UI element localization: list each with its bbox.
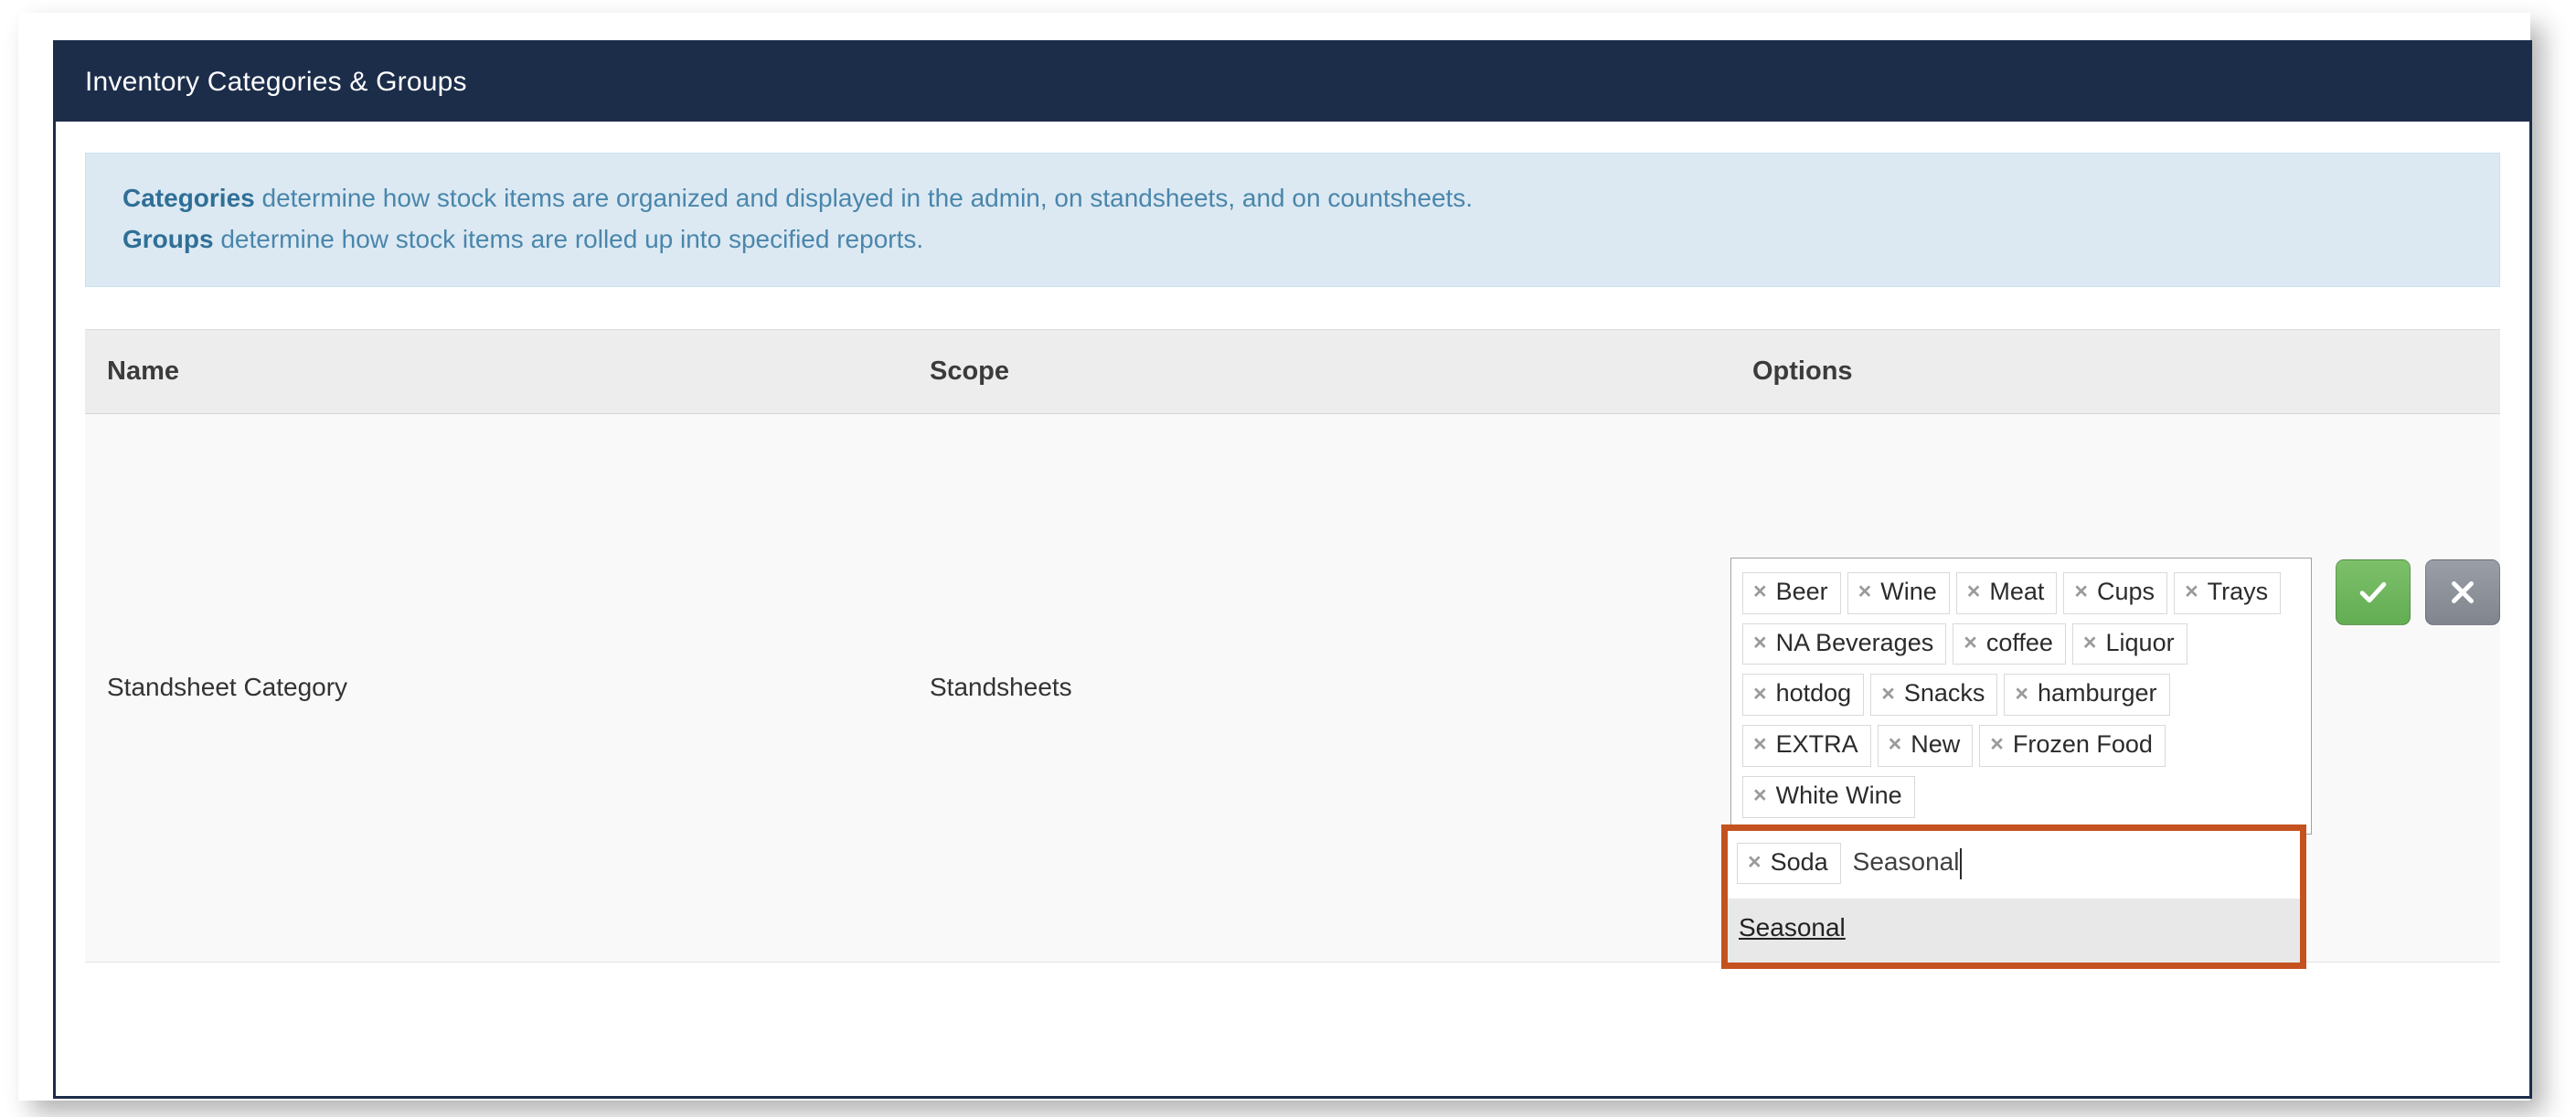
- tag-pill[interactable]: × Beer: [1742, 571, 1841, 614]
- tag-pill[interactable]: × Snacks: [1870, 674, 1998, 717]
- remove-icon[interactable]: ×: [1990, 733, 2004, 756]
- window-frame: Inventory Categories & Groups Categories…: [18, 13, 2532, 1101]
- tag-pill[interactable]: × Frozen Food: [1979, 725, 2166, 767]
- column-header-options[interactable]: Options: [1730, 328, 2500, 414]
- tag-pill[interactable]: × New: [1877, 725, 1974, 767]
- tags-multiselect[interactable]: × Beer × Wine × Meat × Cups × Trays × NA Beverages ×…: [1721, 557, 2312, 969]
- tag-pill[interactable]: × Trays: [2174, 571, 2282, 614]
- options-editor: × Beer × Wine × Meat × Cups × Trays × NA Beverages ×…: [1721, 541, 2500, 969]
- remove-icon[interactable]: ×: [1753, 682, 1767, 706]
- tag-label: NA Beverages: [1775, 628, 1934, 656]
- text-caret: [1960, 847, 1963, 879]
- check-icon: [2359, 581, 2387, 603]
- inventory-categories-panel: Inventory Categories & Groups Categories…: [53, 40, 2532, 1099]
- tag-pill[interactable]: × Meat: [1955, 571, 2058, 614]
- row-action-buttons: [2336, 558, 2500, 625]
- remove-icon[interactable]: ×: [1753, 580, 1767, 603]
- tag-label: Meat: [1989, 577, 2045, 605]
- tag-pill[interactable]: × Wine: [1847, 571, 1950, 614]
- tag-pill[interactable]: × White Wine: [1742, 775, 1915, 818]
- tag-label: Snacks: [1903, 679, 1985, 707]
- table-header: Name Scope Options: [85, 328, 2500, 414]
- page-title: Inventory Categories & Groups: [85, 67, 467, 97]
- remove-icon[interactable]: ×: [1881, 682, 1895, 706]
- tag-label: Wine: [1880, 577, 1937, 605]
- cell-category-scope: Standsheets: [908, 413, 1730, 963]
- tag-label: Liquor: [2105, 628, 2175, 656]
- tag-label: Cups: [2097, 577, 2156, 605]
- tag-soda[interactable]: × Soda: [1737, 842, 1841, 885]
- autocomplete-option[interactable]: Seasonal: [1728, 904, 2300, 953]
- table-header-row: Name Scope Options: [85, 328, 2500, 414]
- tag-label: hamburger: [2037, 679, 2157, 707]
- tag-pill[interactable]: × hamburger: [2004, 674, 2170, 717]
- screenshot-canvas: Inventory Categories & Groups Categories…: [0, 0, 2576, 1117]
- autocomplete-dropdown: Seasonal: [1728, 898, 2300, 963]
- cell-category-options: × Beer × Wine × Meat × Cups × Trays × NA Beverages ×…: [1721, 413, 2500, 969]
- active-input-highlight: × Soda Seasonal Seasonal: [1721, 824, 2306, 969]
- typed-value: Seasonal: [1852, 847, 1960, 877]
- tag-input-line[interactable]: × Soda Seasonal: [1728, 830, 2300, 899]
- table-row: Standsheet Category Standsheets × Beer × Wi…: [85, 413, 2500, 969]
- tag-label: New: [1911, 730, 1961, 759]
- tag-pill[interactable]: × NA Beverages: [1742, 622, 1947, 665]
- cancel-button[interactable]: [2425, 558, 2500, 625]
- panel-body: Categories determine how stock items are…: [56, 122, 2529, 969]
- alert-line-groups: Groups determine how stock items are rol…: [122, 218, 2499, 260]
- remove-icon[interactable]: ×: [1748, 851, 1762, 874]
- remove-icon[interactable]: ×: [2083, 631, 2097, 654]
- info-alert: Categories determine how stock items are…: [85, 153, 2500, 287]
- tag-pill[interactable]: × EXTRA: [1742, 725, 1871, 767]
- tag-search-input[interactable]: Seasonal: [1853, 847, 1963, 879]
- save-button[interactable]: [2336, 558, 2411, 625]
- alert-line-categories: Categories determine how stock items are…: [122, 177, 2499, 218]
- tag-label: hotdog: [1775, 679, 1852, 707]
- remove-icon[interactable]: ×: [1889, 733, 1902, 756]
- column-header-name[interactable]: Name: [85, 328, 908, 414]
- remove-icon[interactable]: ×: [1753, 631, 1767, 654]
- categories-table: Name Scope Options Standsheet Category S…: [85, 328, 2500, 969]
- tag-pill[interactable]: × Liquor: [2071, 622, 2187, 665]
- tag-label: coffee: [1985, 628, 2053, 656]
- cell-category-name: Standsheet Category: [85, 413, 908, 963]
- alert-groups-text: determine how stock items are rolled up …: [213, 225, 924, 254]
- remove-icon[interactable]: ×: [1753, 784, 1767, 807]
- tag-label: Frozen Food: [2012, 730, 2153, 759]
- remove-icon[interactable]: ×: [1753, 733, 1767, 756]
- remove-icon[interactable]: ×: [1858, 580, 1872, 603]
- remove-icon[interactable]: ×: [2015, 682, 2028, 706]
- tag-label: EXTRA: [1775, 730, 1858, 759]
- alert-categories-label: Categories: [122, 184, 255, 212]
- tag-label: Beer: [1775, 577, 1828, 605]
- alert-categories-text: determine how stock items are organized …: [254, 184, 1474, 212]
- alert-groups-label: Groups: [122, 225, 214, 254]
- table-body: Standsheet Category Standsheets × Beer × Wi…: [85, 413, 2500, 969]
- tag-label: Soda: [1770, 847, 1828, 876]
- remove-icon[interactable]: ×: [2185, 580, 2198, 603]
- tag-pill[interactable]: × hotdog: [1742, 674, 1865, 717]
- tag-list: × Beer × Wine × Meat × Cups × Trays × NA Beverages ×…: [1742, 568, 2300, 823]
- tag-pill[interactable]: × coffee: [1953, 622, 2066, 665]
- close-icon: [2452, 580, 2474, 603]
- remove-icon[interactable]: ×: [1967, 580, 1981, 603]
- tag-label: White Wine: [1775, 781, 1902, 809]
- tag-pill[interactable]: × Cups: [2063, 571, 2168, 614]
- column-header-scope[interactable]: Scope: [908, 328, 1730, 414]
- panel-header: Inventory Categories & Groups: [56, 43, 2529, 122]
- remove-icon[interactable]: ×: [1964, 631, 1977, 654]
- remove-icon[interactable]: ×: [2074, 580, 2088, 603]
- tag-label: Trays: [2207, 577, 2269, 605]
